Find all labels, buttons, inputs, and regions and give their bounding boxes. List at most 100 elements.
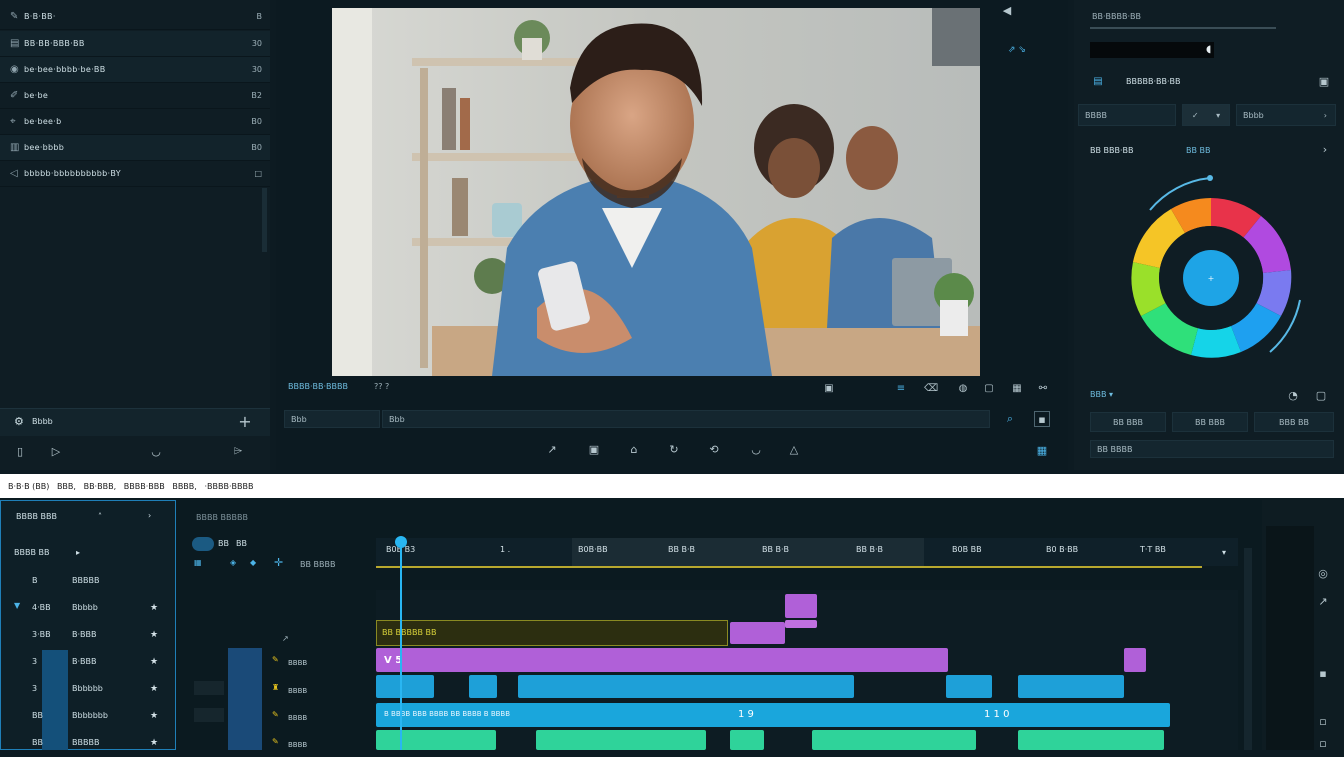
media-row[interactable]: ⌖ be·bee·b B0 — [0, 109, 270, 135]
green-audio-clip[interactable] — [1018, 730, 1164, 750]
timeline-scrollbar[interactable] — [1244, 548, 1252, 750]
lock-icon[interactable]: ✎ — [272, 655, 279, 664]
inspector-button-2[interactable]: BB BBB — [1172, 412, 1248, 432]
play-outline-icon[interactable]: ▷ — [48, 443, 64, 459]
media-row[interactable]: ▥ bee·bbbb B0 — [0, 135, 270, 161]
blue-clip[interactable] — [1018, 675, 1124, 698]
media-row[interactable]: ✎ B·B·BB· B — [0, 4, 270, 30]
star-icon[interactable]: ★ — [150, 684, 158, 694]
tool-icon-b[interactable]: ◈ — [230, 558, 236, 567]
green-audio-clip[interactable] — [730, 730, 764, 750]
green-audio-clip[interactable] — [812, 730, 976, 750]
refresh-side-icon[interactable]: ◎ — [1316, 566, 1330, 580]
blue-clip[interactable] — [946, 675, 992, 698]
square-side-icon[interactable]: ▫ — [1316, 714, 1330, 728]
cup-tool-icon[interactable]: ◡ — [748, 441, 764, 457]
dropdown-right[interactable]: Bbbb › — [1236, 104, 1336, 126]
inspector-button-3[interactable]: BBB BB — [1254, 412, 1334, 432]
film-icon[interactable]: ▯ — [12, 443, 28, 459]
share-icon[interactable]: ⇗ ⇘ — [1002, 42, 1032, 58]
text-field[interactable]: Bbb — [382, 410, 990, 428]
tree-expand-icon[interactable]: ▼ — [14, 601, 20, 610]
volume-icon[interactable]: ◀ — [998, 2, 1016, 18]
image-icon[interactable]: ▣ — [822, 381, 836, 395]
playhead-handle[interactable] — [395, 536, 407, 548]
tool-icon-a[interactable]: ▦ — [194, 558, 202, 567]
purple-clip-small[interactable] — [785, 620, 817, 628]
inspector-button-1[interactable]: BB BBB — [1090, 412, 1166, 432]
search-field[interactable]: Bbb — [284, 410, 380, 428]
purple-clip[interactable] — [785, 594, 817, 618]
tool-label-1[interactable]: BB — [218, 539, 229, 548]
square-side-icon[interactable]: ▪ — [1316, 666, 1330, 680]
media-row[interactable]: ◁ bbbbb·bbbbbbbbbb·BY □ — [0, 161, 270, 187]
inspector-footer[interactable]: BB BBBB — [1090, 440, 1334, 458]
cup-icon[interactable]: ◡ — [148, 443, 164, 459]
media-row[interactable]: ✐ be·be B2 — [0, 83, 270, 109]
media-row[interactable]: ▤ BB·BB·BBB·BB 30 — [0, 31, 270, 57]
brush-tool-icon[interactable]: ↗ — [544, 441, 560, 457]
blue-clip[interactable] — [469, 675, 497, 698]
green-audio-clip[interactable] — [376, 730, 496, 750]
tree-row[interactable]: ▼ 4·BB Bbbbb ★ — [0, 595, 175, 622]
tree-chevron-icon[interactable]: ˄ — [98, 512, 102, 521]
settings-icon[interactable]: ⚙ — [14, 415, 24, 428]
purple-main-clip[interactable] — [376, 648, 948, 672]
color-wheel[interactable]: + — [1110, 170, 1316, 376]
tag-outline-icon[interactable]: ⌲ — [230, 443, 246, 459]
video-frame[interactable] — [332, 8, 980, 376]
camera-icon[interactable]: ◍ — [956, 381, 970, 395]
progress-bar[interactable] — [1090, 42, 1214, 58]
tree-collapse-icon[interactable]: › — [148, 511, 151, 520]
grid-icon[interactable]: ▦ — [1010, 381, 1024, 395]
panel-icon[interactable]: ▢ — [1314, 388, 1328, 402]
star-icon[interactable]: ★ — [150, 630, 158, 640]
scrollbar[interactable] — [262, 188, 267, 252]
tree-row[interactable]: B BBBBB — [0, 568, 175, 595]
purple-clip-end[interactable] — [1124, 648, 1146, 672]
tree-row[interactable]: 3 B·BBB ★ — [0, 649, 175, 676]
tool-toggle[interactable] — [192, 537, 214, 551]
tree-play-icon[interactable]: ▸ — [76, 548, 80, 557]
compare-tool-icon[interactable]: ▣ — [586, 441, 602, 457]
media-row[interactable]: ◉ be·bee·bbbb·be·BB 30 — [0, 57, 270, 83]
purple-clip[interactable] — [730, 622, 785, 644]
bucket-tool-icon[interactable]: ⌂ — [626, 441, 642, 457]
tree-row[interactable]: BB BBBBB ★ — [0, 730, 175, 757]
green-audio-clip[interactable] — [536, 730, 706, 750]
dropdown-toggle[interactable]: ✓ ▾ — [1182, 104, 1230, 126]
mode-label[interactable]: BBB ▾ — [1090, 390, 1113, 399]
star-icon[interactable]: ★ — [150, 738, 158, 748]
tree-row[interactable]: 3·BB B·BBB ★ — [0, 622, 175, 649]
rotate-tool-icon[interactable]: ⟲ — [706, 441, 722, 457]
lock-icon[interactable]: ✎ — [272, 710, 279, 719]
crosshair-icon[interactable]: ✛ — [274, 556, 283, 569]
tool-label-3[interactable]: BB BBBB — [300, 560, 335, 569]
lock-icon[interactable]: ✎ — [272, 737, 279, 746]
box-icon[interactable]: ▪ — [1034, 411, 1050, 427]
expand-icon[interactable]: ▣ — [1316, 74, 1332, 88]
arrow-side-icon[interactable]: ↗ — [1316, 594, 1330, 608]
star-icon[interactable]: ★ — [150, 603, 158, 613]
loop-tool-icon[interactable]: ↻ — [666, 441, 682, 457]
tree-row[interactable]: 3 Bbbbbb ★ — [0, 676, 175, 703]
add-icon[interactable]: + — [236, 412, 254, 431]
playhead-line[interactable] — [400, 540, 402, 750]
link-icon[interactable]: ⚯ — [1036, 381, 1050, 395]
cursor-icon[interactable]: ↗ — [282, 634, 289, 643]
dropdown-left[interactable]: BBBB — [1078, 104, 1176, 126]
search-icon[interactable]: ⌕ — [1002, 411, 1018, 427]
tree-row[interactable]: BB Bbbbbbb ★ — [0, 703, 175, 730]
trash-icon[interactable]: ⌫ — [924, 381, 938, 395]
star-icon[interactable]: ★ — [150, 711, 158, 721]
refresh-icon[interactable]: ◔ — [1286, 388, 1300, 402]
tool-icon-c[interactable]: ◆ — [250, 558, 256, 567]
progress-handle-icon[interactable]: ◖ — [1206, 44, 1211, 55]
color-chevron-icon[interactable]: › — [1318, 142, 1332, 156]
equalizer-icon[interactable]: ≡ — [894, 381, 908, 395]
lock-icon[interactable]: ♜ — [272, 683, 279, 692]
square-side-icon[interactable]: ▫ — [1316, 736, 1330, 750]
panel-toggle-icon[interactable]: ▦ — [1034, 442, 1050, 458]
blue-clip[interactable] — [376, 675, 434, 698]
frame-icon[interactable]: ▢ — [982, 381, 996, 395]
